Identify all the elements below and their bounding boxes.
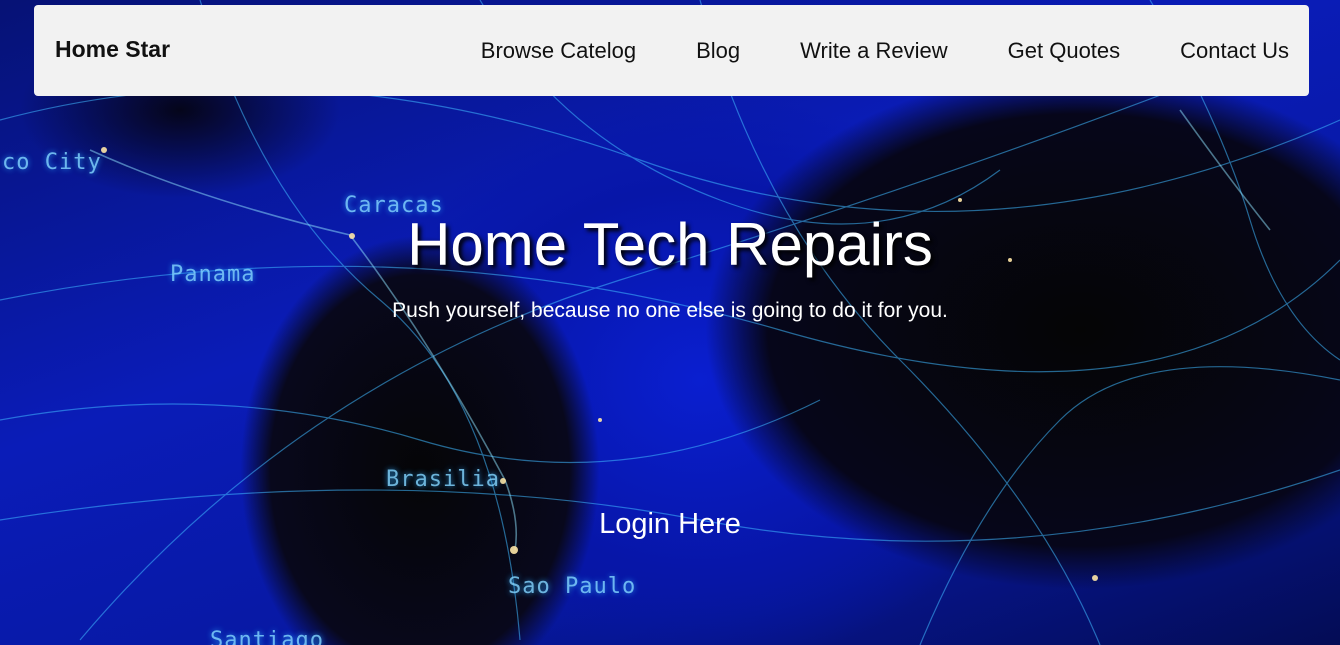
map-label-sao-paulo: Sao Paulo — [508, 574, 637, 599]
map-label-santiago: Santiago — [210, 628, 324, 645]
nav-link-write-review[interactable]: Write a Review — [800, 38, 948, 64]
nav-link-browse-catalog[interactable]: Browse Catelog — [481, 38, 636, 64]
nav-link-get-quotes[interactable]: Get Quotes — [1008, 38, 1121, 64]
nav-links: Browse Catelog Blog Write a Review Get Q… — [421, 5, 1289, 96]
map-label-brasilia: Brasilia — [386, 467, 500, 492]
hero-subtitle: Push yourself, because no one else is go… — [392, 299, 948, 322]
brand-logo-text[interactable]: Home Star — [55, 36, 170, 63]
nav-link-contact-us[interactable]: Contact Us — [1180, 38, 1289, 64]
hero-title: Home Tech Repairs — [407, 211, 933, 278]
map-label-mexico-city: co City — [2, 150, 102, 175]
nav-link-blog[interactable]: Blog — [696, 38, 740, 64]
login-link[interactable]: Login Here — [0, 508, 1340, 541]
top-navbar: Home Star Browse Catelog Blog Write a Re… — [34, 5, 1309, 96]
